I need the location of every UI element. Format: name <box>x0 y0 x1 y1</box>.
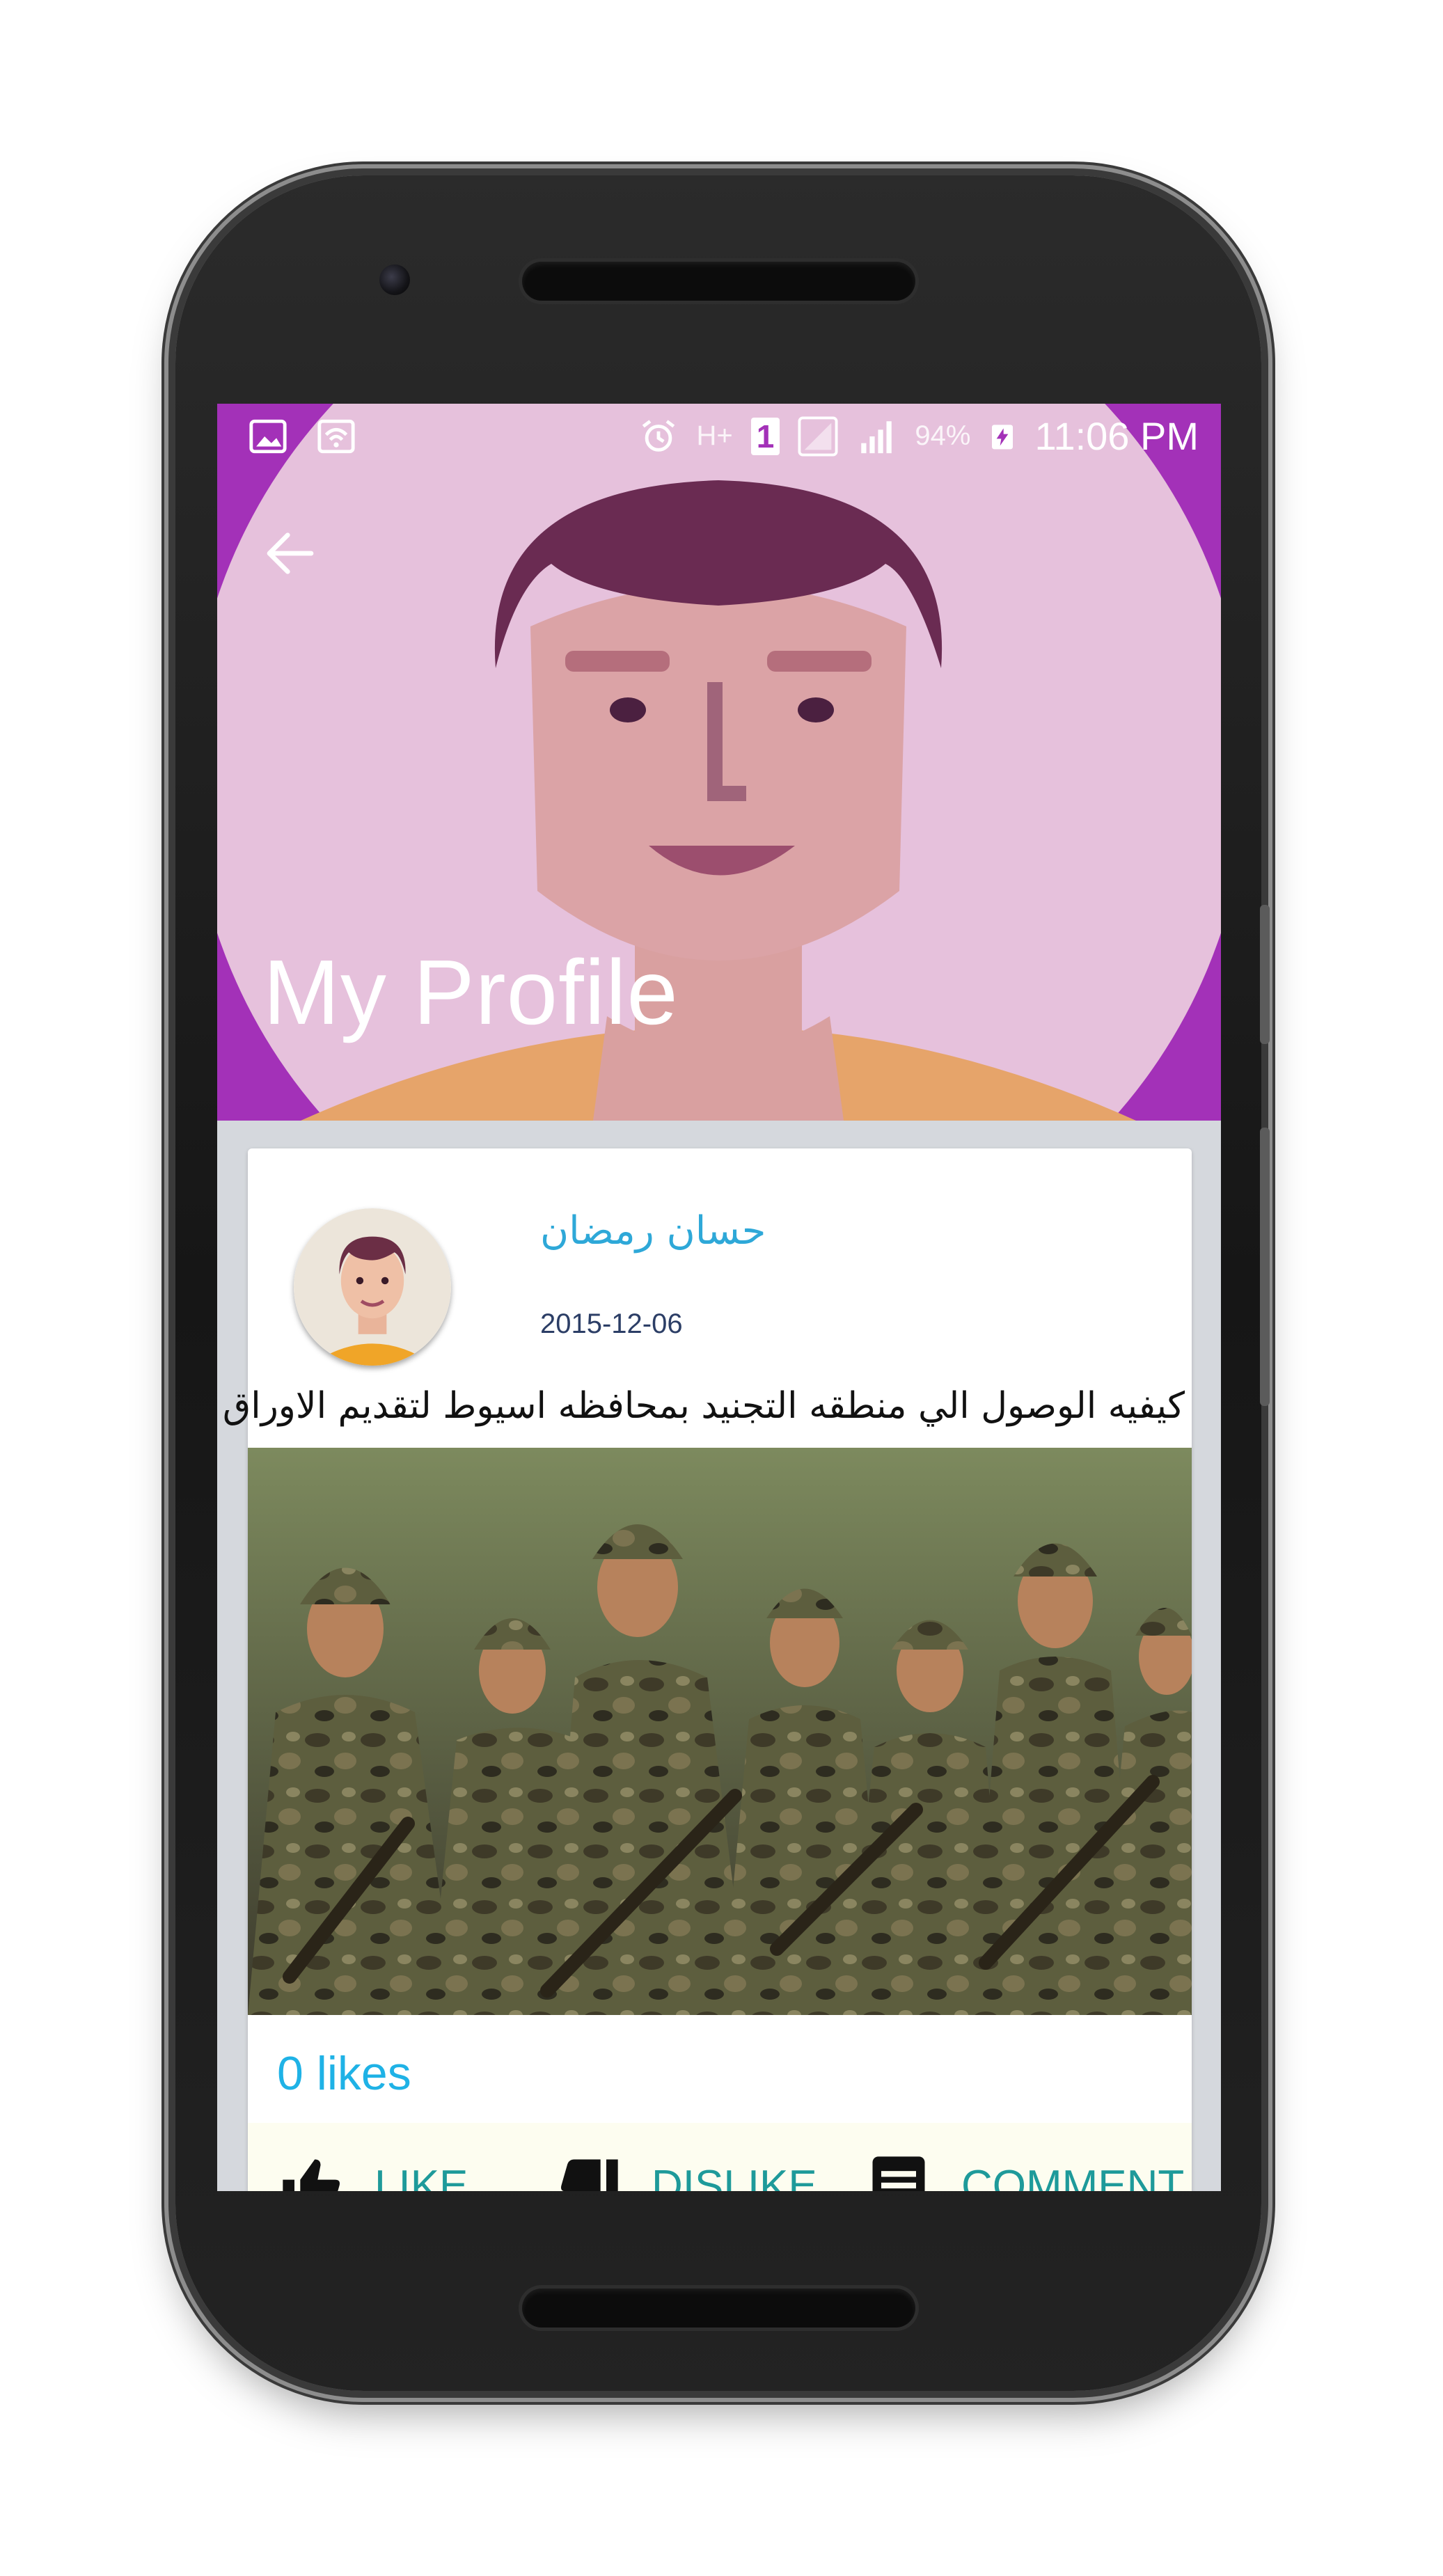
post-date: 2015-12-06 <box>540 1309 683 1339</box>
arrow-back-icon[interactable] <box>259 522 322 585</box>
like-label: LIKE <box>374 2161 468 2192</box>
author-name[interactable]: حسان رمضان <box>540 1208 766 1254</box>
post-actions-bar: LIKE DISLIKE COMMENT <box>248 2123 1192 2191</box>
power-button <box>1260 1128 1270 1406</box>
likes-count[interactable]: 0 likes <box>277 2046 411 2101</box>
screen: H+ 1 94% 11:06 PM My Profile حسان رمضان … <box>217 404 1221 2191</box>
status-bar: H+ 1 94% 11:06 PM <box>217 404 1221 473</box>
post-card[interactable]: حسان رمضان 2015-12-06 كيفيه الوصول الي م… <box>223 1148 1192 2191</box>
comment-button[interactable]: COMMENT <box>864 2151 1184 2191</box>
signal-sim1-icon <box>798 416 838 457</box>
dislike-button[interactable]: DISLIKE <box>554 2151 817 2191</box>
post-text: كيفيه الوصول الي منطقه التجنيد بمحافظه ا… <box>222 1385 1185 1427</box>
front-camera <box>379 264 410 295</box>
thumb-down-icon <box>561 2159 618 2191</box>
network-type-label: H+ <box>696 420 733 451</box>
comment-icon <box>872 2156 925 2191</box>
profile-header: H+ 1 94% 11:06 PM My Profile <box>217 404 1221 1121</box>
thumb-up-icon <box>283 2159 340 2191</box>
battery-charging-icon <box>992 424 1014 449</box>
alarm-icon <box>642 419 675 452</box>
top-speaker <box>522 262 915 301</box>
like-button[interactable]: LIKE <box>277 2151 468 2191</box>
battery-percent: 94% <box>915 420 971 451</box>
author-avatar[interactable] <box>294 1208 451 1366</box>
signal-sim2-icon <box>861 420 892 453</box>
sim-slot-label: 1 <box>750 417 780 455</box>
dislike-label: DISLIKE <box>652 2161 817 2192</box>
volume-button <box>1260 905 1270 1044</box>
bottom-speaker <box>522 2289 915 2328</box>
wifi-notification-icon <box>317 419 355 454</box>
comment-label: COMMENT <box>961 2161 1185 2192</box>
page-title: My Profile <box>263 941 679 1043</box>
gallery-notification-icon <box>249 419 287 454</box>
post-image[interactable] <box>248 1448 1192 2015</box>
clock: 11:06 PM <box>1034 414 1199 458</box>
